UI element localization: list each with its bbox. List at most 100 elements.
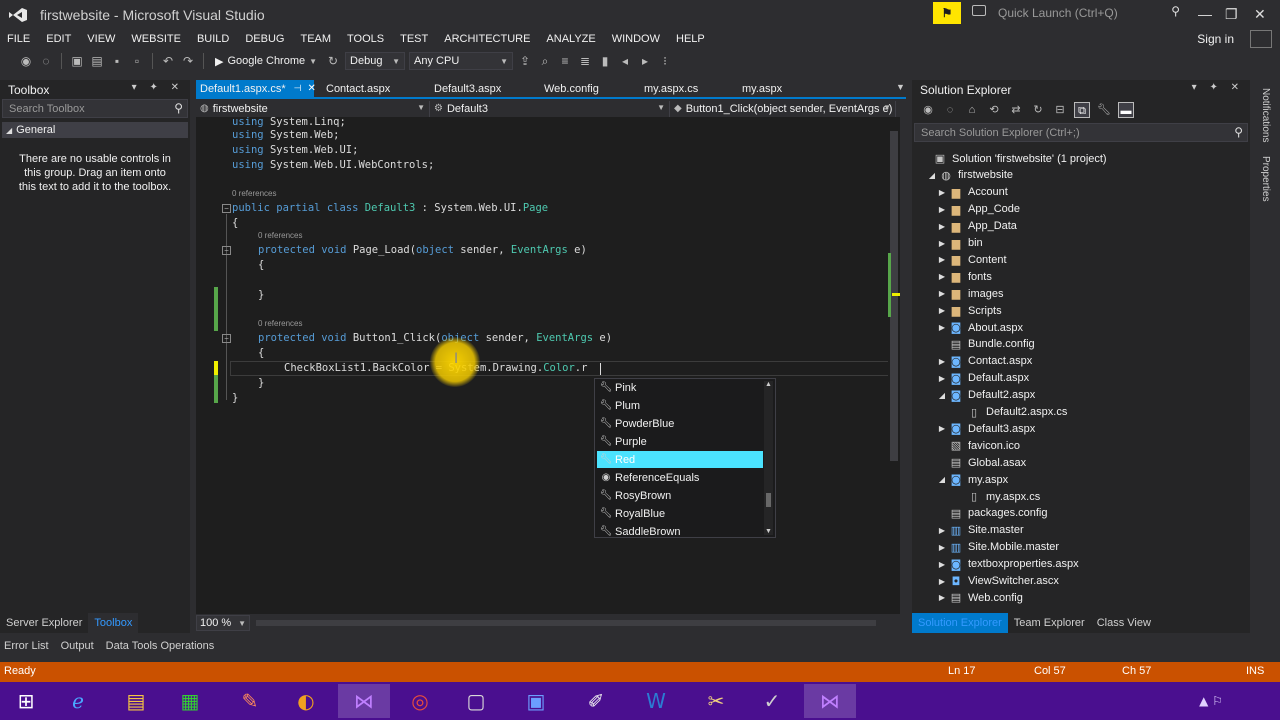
expanded-arrow-icon[interactable]: ◢ xyxy=(936,391,948,400)
panel-buttons[interactable]: ▾ ✦ ✕ xyxy=(132,82,184,93)
tree-item[interactable]: ▤ Global.asax xyxy=(936,454,1026,471)
tab-web-config[interactable]: Web.config xyxy=(532,80,632,97)
collapse-all-icon[interactable]: ⊟ xyxy=(1052,102,1068,118)
completion-item[interactable]: 🔧︎ Pink xyxy=(597,379,763,396)
menu-analyze[interactable]: ANALYZE xyxy=(538,33,603,45)
collapse-region-icon[interactable]: − xyxy=(222,334,231,343)
tree-item[interactable]: ▶ ▆ images xyxy=(936,285,1004,302)
member-dropdown[interactable]: ◆ Button1_Click(object sender, EventArgs… xyxy=(670,100,896,117)
refresh-icon[interactable]: ↻ xyxy=(325,53,341,69)
tree-item[interactable]: ▣ Solution 'firstwebsite' (1 project) xyxy=(920,150,1107,167)
word-icon[interactable]: W xyxy=(630,684,682,718)
menu-tools[interactable]: TOOLS xyxy=(339,33,392,45)
project-dropdown[interactable]: ◍ firstwebsite ▼ xyxy=(196,100,430,117)
properties-icon[interactable]: 🔧︎ xyxy=(1096,102,1112,118)
tab-server-explorer[interactable]: Server Explorer xyxy=(0,613,88,633)
tree-item[interactable]: ◢ ◙ Default2.aspx xyxy=(936,387,1035,404)
comment-icon[interactable]: ≡ xyxy=(557,53,573,69)
collapsed-arrow-icon[interactable]: ▶ xyxy=(936,526,948,535)
internet-explorer-icon[interactable]: ℯ xyxy=(52,684,104,718)
tree-item[interactable]: ▶ ▆ App_Data xyxy=(936,218,1017,235)
collapsed-arrow-icon[interactable]: ▶ xyxy=(936,272,948,281)
collapsed-arrow-icon[interactable]: ▶ xyxy=(936,255,948,264)
navigate-forward-icon[interactable]: ◌ xyxy=(38,53,54,69)
bookmark-next-icon[interactable]: ▸ xyxy=(637,53,653,69)
expanded-arrow-icon[interactable]: ◢ xyxy=(926,171,938,180)
completion-item[interactable]: 🔧︎ RosyBrown xyxy=(597,487,763,504)
collapsed-arrow-icon[interactable]: ▶ xyxy=(936,222,948,231)
redo-icon[interactable]: ↷ xyxy=(180,53,196,69)
start-windows-icon[interactable]: ⊞ xyxy=(0,684,52,718)
tree-item[interactable]: ▤ packages.config xyxy=(936,505,1048,522)
menu-website[interactable]: WEBSITE xyxy=(123,33,189,45)
completion-item-selected[interactable]: 🔧︎ Red xyxy=(597,451,763,468)
codelens-references[interactable]: 0 references xyxy=(258,319,302,328)
panel-buttons[interactable]: ▾ ✦ ✕ xyxy=(1192,82,1244,93)
completion-item[interactable]: 🔧︎ PowderBlue xyxy=(597,415,763,432)
bookmark-icon[interactable]: ▮ xyxy=(597,53,613,69)
tab-data-tools-operations[interactable]: Data Tools Operations xyxy=(100,636,221,656)
collapsed-arrow-icon[interactable]: ▶ xyxy=(936,374,948,383)
collapsed-arrow-icon[interactable]: ▶ xyxy=(936,188,948,197)
tree-item[interactable]: ▶ ▆ App_Code xyxy=(936,201,1020,218)
tree-item[interactable]: ▶ ▤ Web.config xyxy=(936,589,1023,606)
menu-debug[interactable]: DEBUG xyxy=(237,33,292,45)
menu-build[interactable]: BUILD xyxy=(189,33,237,45)
collapsed-arrow-icon[interactable]: ▶ xyxy=(936,560,948,569)
codelens-references[interactable]: 0 references xyxy=(232,189,276,198)
collapsed-arrow-icon[interactable]: ▶ xyxy=(936,323,948,332)
completion-item[interactable]: 🔧︎ Plum xyxy=(597,397,763,414)
editor-horizontal-scrollbar[interactable] xyxy=(256,620,876,626)
collapsed-arrow-icon[interactable]: ▶ xyxy=(936,239,948,248)
pending-changes-icon[interactable]: ⟲ xyxy=(986,102,1002,118)
solution-explorer-search-input[interactable]: Search Solution Explorer (Ctrl+;) ⚲ xyxy=(914,123,1248,142)
tab-overflow-icon[interactable]: ▼ xyxy=(896,82,905,92)
tab-team-explorer[interactable]: Team Explorer xyxy=(1008,613,1091,633)
menu-window[interactable]: WINDOW xyxy=(604,33,668,45)
completion-item[interactable]: ◉ ReferenceEquals xyxy=(597,469,763,486)
navigate-back-icon[interactable]: ◉ xyxy=(18,53,34,69)
tree-item[interactable]: ▶ ▆ Content xyxy=(936,251,1007,268)
app-icon[interactable]: ▣ xyxy=(510,684,562,718)
feedback-flag-icon[interactable]: ⚑ xyxy=(933,2,961,24)
save-icon[interactable]: ▪ xyxy=(109,53,125,69)
scroll-down-icon[interactable]: ▼ xyxy=(765,528,772,535)
configuration-dropdown[interactable]: Debug ▼ xyxy=(345,52,406,70)
tab-default3-aspx[interactable]: Default3.aspx xyxy=(422,80,532,97)
tray-icons[interactable]: ▲ ⚐ xyxy=(1196,684,1226,718)
chrome-icon[interactable]: ◎ xyxy=(394,684,446,718)
uncomment-icon[interactable]: ≣ xyxy=(577,53,593,69)
refresh-icon[interactable]: ↻ xyxy=(1030,102,1046,118)
collapse-region-icon[interactable]: − xyxy=(222,246,231,255)
notepad-icon[interactable]: ▢ xyxy=(450,684,502,718)
run-button[interactable]: ▶ Google Chrome ▼ xyxy=(211,55,321,68)
collapsed-arrow-icon[interactable]: ▶ xyxy=(936,593,948,602)
publish-icon[interactable]: ⇪ xyxy=(517,53,533,69)
tab-my-aspx[interactable]: my.aspx xyxy=(730,80,810,97)
user-account-icon[interactable] xyxy=(1250,30,1272,48)
collapsed-arrow-icon[interactable]: ▶ xyxy=(936,424,948,433)
tab-output[interactable]: Output xyxy=(55,636,100,656)
undo-icon[interactable]: ↶ xyxy=(160,53,176,69)
tree-item[interactable]: ▯ my.aspx.cs xyxy=(954,488,1040,505)
menu-test[interactable]: TEST xyxy=(392,33,436,45)
scroll-up-icon[interactable]: ▲ xyxy=(765,381,772,388)
tree-item[interactable]: ▶ ▆ Account xyxy=(936,184,1008,201)
class-dropdown[interactable]: ⚙ Default3 ▼ xyxy=(430,100,670,117)
tree-item[interactable]: ◢ ◍ firstwebsite xyxy=(926,167,1013,184)
show-all-files-icon[interactable]: ⧉ xyxy=(1074,102,1090,118)
search-icon[interactable]: ⚲ xyxy=(174,101,183,115)
menu-architecture[interactable]: ARCHITECTURE xyxy=(436,33,538,45)
completion-item[interactable]: 🔧︎ SaddleBrown xyxy=(597,523,763,540)
pin-icon[interactable]: ⊣ xyxy=(294,83,302,94)
maximize-icon[interactable]: ❐ xyxy=(1225,6,1238,23)
menu-edit[interactable]: EDIT xyxy=(38,33,79,45)
excel-icon[interactable]: ▦ xyxy=(164,684,216,718)
back-icon[interactable]: ◉ xyxy=(920,102,936,118)
notepad-plus-icon[interactable]: ✐ xyxy=(570,684,622,718)
media-app-icon[interactable]: ◐ xyxy=(280,684,332,718)
tree-item[interactable]: ▶ ▆ bin xyxy=(936,235,983,252)
zoom-dropdown[interactable]: 100 % ▼ xyxy=(196,615,250,631)
tree-item[interactable]: ▯ Default2.aspx.cs xyxy=(954,404,1067,421)
collapsed-arrow-icon[interactable]: ▶ xyxy=(936,357,948,366)
